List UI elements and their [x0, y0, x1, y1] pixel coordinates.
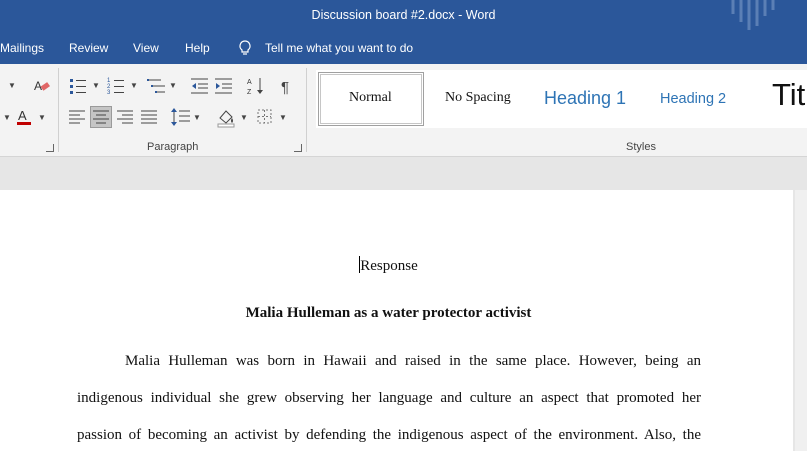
line-spacing-dropdown-arrow[interactable]: ▼	[193, 113, 201, 122]
svg-text:¶: ¶	[281, 79, 289, 96]
title-bar-decoration	[731, 0, 775, 30]
tab-review[interactable]: Review	[69, 41, 108, 55]
shading-icon[interactable]	[216, 106, 238, 128]
shading-dropdown-arrow[interactable]: ▼	[240, 113, 248, 122]
group-separator	[58, 68, 59, 152]
group-separator	[306, 68, 307, 152]
style-heading-1[interactable]: Heading 1	[534, 70, 640, 128]
document-title[interactable]: Malia Hulleman as a water protector acti…	[0, 305, 777, 322]
font-dialog-launcher[interactable]	[46, 144, 54, 152]
multilevel-dropdown-arrow[interactable]: ▼	[169, 81, 177, 90]
borders-icon[interactable]	[254, 106, 276, 128]
paragraph-line-2[interactable]: indigenous individual she grew observing…	[77, 390, 701, 407]
svg-text:A: A	[18, 108, 27, 123]
document-page[interactable]: Response Malia Hulleman as a water prote…	[0, 190, 793, 451]
tab-help[interactable]: Help	[185, 41, 210, 55]
styles-gallery: Normal No Spacing Heading 1 Heading 2 Ti…	[316, 70, 807, 128]
font-color-dropdown-arrow[interactable]: ▼	[38, 113, 46, 122]
numbering-dropdown-arrow[interactable]: ▼	[130, 81, 138, 90]
ribbon: ▼ A ▼ A ▼ ▼ 123 ▼ ▼ AZ ¶ ▼ ▼ ▼ Paragraph…	[0, 64, 807, 157]
multilevel-list-icon[interactable]	[146, 75, 168, 97]
style-no-spacing-label: No Spacing	[445, 90, 511, 105]
clear-formatting-icon[interactable]: A	[30, 75, 52, 97]
align-right-icon[interactable]	[114, 106, 136, 128]
line-spacing-icon[interactable]	[170, 106, 192, 128]
bullets-icon[interactable]	[68, 75, 90, 97]
document-heading[interactable]: Response	[0, 256, 777, 275]
paragraph-dialog-launcher[interactable]	[294, 144, 302, 152]
align-center-icon[interactable]	[90, 106, 112, 128]
style-heading-2-label: Heading 2	[660, 91, 727, 107]
svg-text:A: A	[34, 79, 42, 93]
align-left-icon[interactable]	[66, 106, 88, 128]
tab-mailings[interactable]: Mailings	[0, 41, 44, 55]
increase-indent-icon[interactable]	[213, 75, 235, 97]
style-title[interactable]: Tit	[760, 70, 807, 128]
style-heading-2[interactable]: Heading 2	[650, 70, 750, 128]
bullets-dropdown-arrow[interactable]: ▼	[92, 81, 100, 90]
document-canvas: Response Malia Hulleman as a water prote…	[0, 157, 807, 451]
paragraph-group-label: Paragraph	[147, 141, 199, 153]
font-color-icon[interactable]: A	[14, 106, 36, 128]
ribbon-tabs: Mailings Review View Help Tell me what y…	[0, 34, 807, 64]
numbering-icon[interactable]: 123	[106, 75, 128, 97]
style-normal[interactable]: Normal	[318, 72, 424, 126]
pilcrow-icon[interactable]: ¶	[276, 75, 298, 97]
vertical-scrollbar[interactable]	[795, 190, 807, 451]
style-title-label: Tit	[772, 77, 806, 112]
style-heading-1-label: Heading 1	[544, 88, 627, 108]
paragraph-line-3[interactable]: passion of becoming an activist by defen…	[77, 427, 701, 444]
window-title: Discussion board #2.docx - Word	[311, 8, 496, 22]
sort-icon[interactable]: AZ	[245, 75, 267, 97]
style-normal-label: Normal	[349, 90, 392, 105]
document-heading-text: Response	[360, 258, 418, 274]
svg-text:Z: Z	[247, 89, 252, 96]
paragraph-line-1[interactable]: Malia Hulleman was born in Hawaii and ra…	[125, 353, 701, 370]
svg-text:A: A	[247, 79, 252, 86]
tell-me-search[interactable]: Tell me what you want to do	[265, 41, 413, 55]
tab-view[interactable]: View	[133, 41, 159, 55]
font-dropdown-arrow[interactable]: ▼	[8, 81, 16, 90]
decrease-indent-icon[interactable]	[189, 75, 211, 97]
style-no-spacing[interactable]: No Spacing	[428, 70, 528, 128]
title-bar: Discussion board #2.docx - Word	[0, 0, 807, 34]
borders-dropdown-arrow[interactable]: ▼	[279, 113, 287, 122]
svg-text:3: 3	[107, 90, 111, 96]
styles-group-label: Styles	[626, 141, 656, 153]
font-size-dropdown-arrow[interactable]: ▼	[3, 113, 11, 122]
justify-icon[interactable]	[138, 106, 160, 128]
lightbulb-icon[interactable]	[238, 40, 252, 59]
